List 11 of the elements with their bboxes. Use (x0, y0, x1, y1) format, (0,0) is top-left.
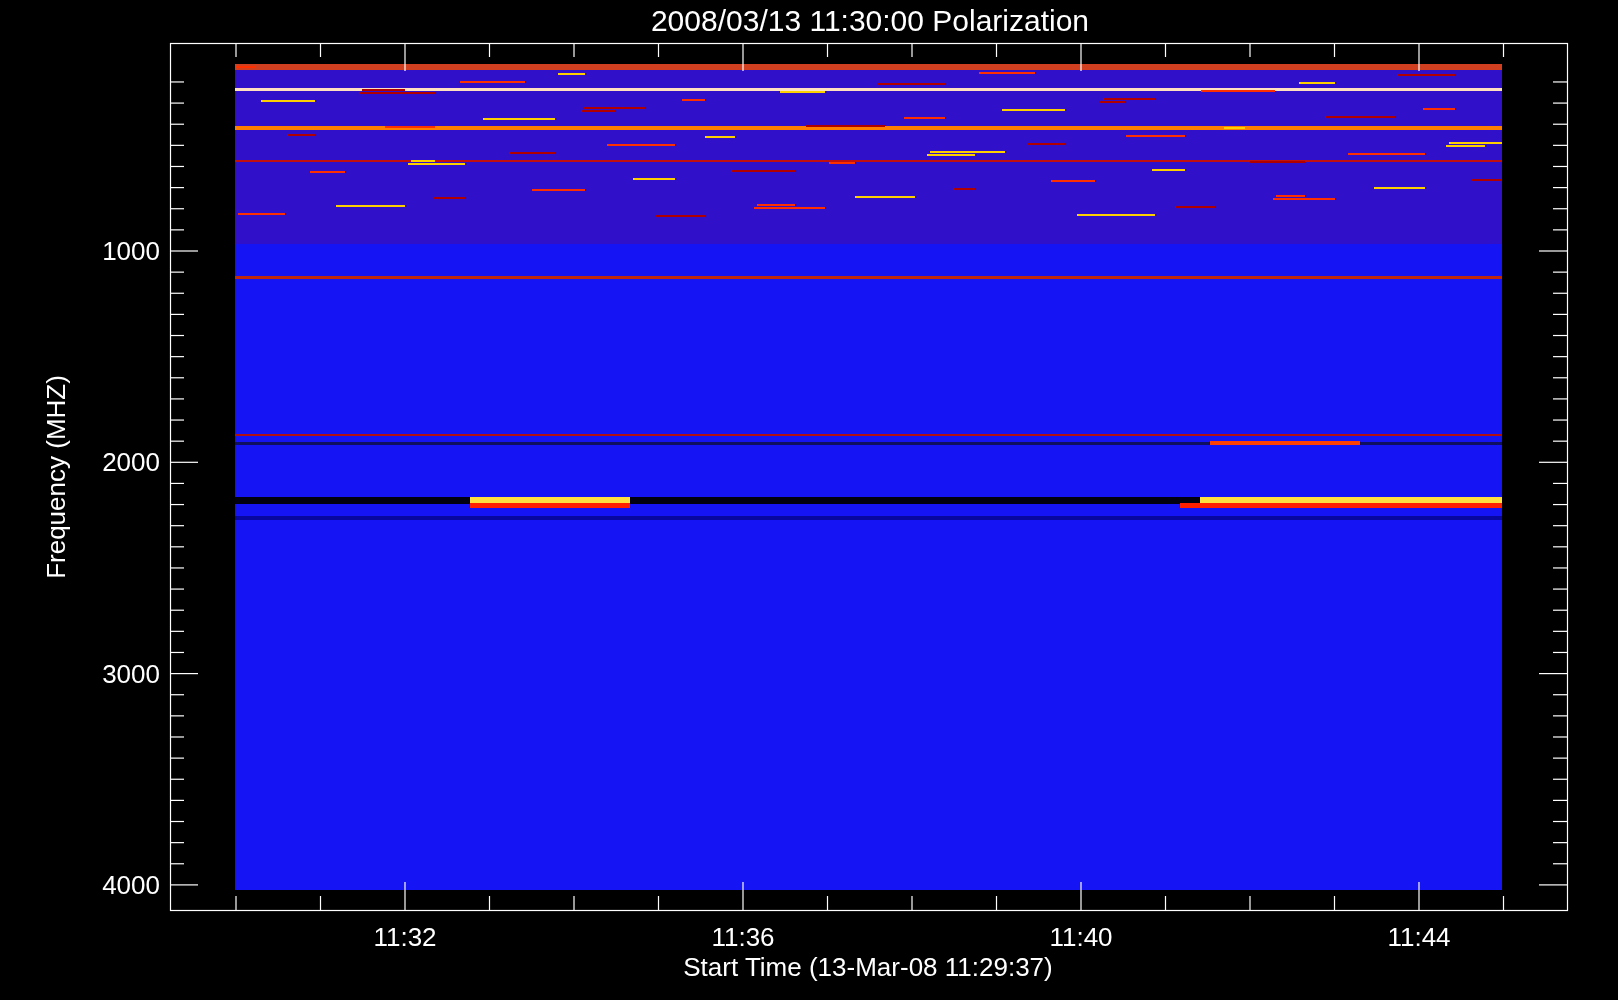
y-axis-label: Frequency (MHZ) (41, 375, 71, 579)
x-tick-label: 11:32 (373, 922, 437, 952)
x-tick-label: 11:36 (711, 922, 775, 952)
y-tick-label: 1000 (102, 236, 160, 266)
y-tick-label: 2000 (102, 447, 160, 478)
x-tick-label: 11:40 (1049, 922, 1113, 952)
y-tick-label: 4000 (102, 869, 160, 900)
chart-title: 2008/03/13 11:30:00 Polarization (650, 4, 1090, 37)
x-tick-label: 11:44 (1387, 922, 1451, 952)
y-tick-label: 3000 (102, 658, 160, 689)
x-axis-label: Start Time (13-Mar-08 11:29:37) (683, 952, 1053, 982)
